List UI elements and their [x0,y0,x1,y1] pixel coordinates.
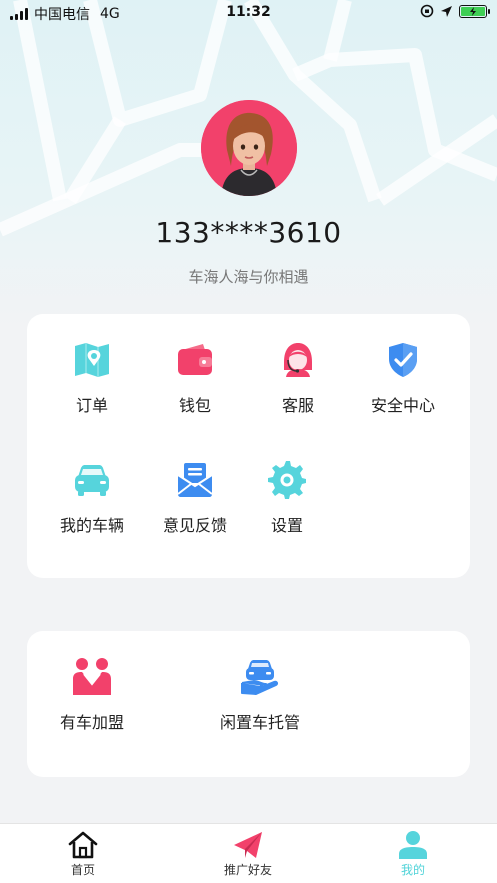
menu-item-security-center[interactable]: 安全中心 [353,340,453,416]
menu-item-feedback[interactable]: 意见反馈 [145,460,245,536]
customer-service-icon [284,343,312,377]
mail-icon [177,463,213,497]
status-bar: 中国电信 4G 11:32 [0,0,497,26]
wallet-icon [178,344,212,375]
menu-label-settings: 设置 [270,516,303,535]
tab-mine[interactable]: 我的 [358,830,468,878]
menu-label-orders: 订单 [75,396,108,415]
home-icon [68,831,98,859]
battery-icon [459,4,490,18]
gear-icon [268,461,306,499]
orientation-lock-icon [420,4,434,18]
avatar[interactable] [201,100,297,196]
partners-icon [73,658,111,695]
tab-invite-friends[interactable]: 推广好友 [193,830,303,878]
menu-label-customer-service: 客服 [281,396,314,415]
service-label-car-join: 有车加盟 [59,713,124,732]
user-icon [399,831,427,859]
menu-label-feedback: 意见反馈 [162,516,227,535]
menu-item-orders[interactable]: 订单 [42,340,142,416]
tab-label-mine: 我的 [400,863,425,877]
menu-item-customer-service[interactable]: 客服 [248,340,348,416]
menu-item-settings[interactable]: 设置 [237,460,337,536]
map-icon [75,343,109,377]
tab-label-home: 首页 [70,863,95,877]
menu-label-security-center: 安全中心 [370,396,435,415]
service-label-idle-car-custody: 闲置车托管 [219,713,300,732]
location-arrow-icon [441,5,452,17]
menu-item-wallet[interactable]: 钱包 [145,340,245,416]
menu-item-my-vehicles[interactable]: 我的车辆 [42,460,142,536]
menu-card: 订单 钱包 客服 安全中心 我的车辆 意见反馈 设置 [27,314,470,578]
paper-plane-icon [234,832,262,858]
menu-label-my-vehicles: 我的车辆 [59,516,124,535]
user-phone: 133****3610 [155,216,342,249]
service-item-car-join[interactable]: 有车加盟 [42,657,142,733]
user-motto: 车海人海与你相遇 [188,268,309,286]
tab-label-invite-friends: 推广好友 [223,863,272,877]
avatar-illustration [201,100,297,196]
shield-check-icon [389,343,417,377]
services-card: 有车加盟 闲置车托管 [27,631,470,777]
tab-bar: 首页 推广好友 我的 [0,823,497,883]
menu-label-wallet: 钱包 [178,396,211,415]
car-in-hand-icon [241,660,279,695]
service-item-idle-car-custody[interactable]: 闲置车托管 [200,657,320,733]
tab-home[interactable]: 首页 [28,830,138,878]
status-right [420,4,490,18]
car-icon [75,465,109,496]
